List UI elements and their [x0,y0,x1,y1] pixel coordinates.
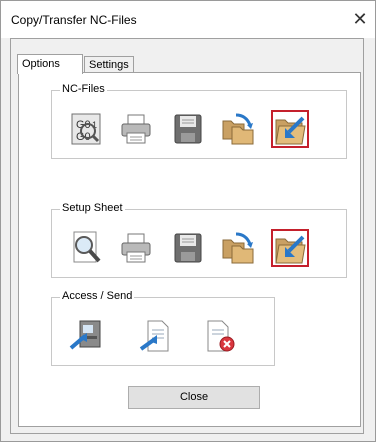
print-nc-button[interactable] [118,111,154,147]
folder-transfer-nc-button[interactable] [220,111,256,147]
folder-transfer-icon [222,232,254,264]
window-title: Copy/Transfer NC-Files [11,13,137,27]
save-disk-icon [174,114,202,144]
gcode-view-button[interactable]: G0 1 G0 [68,111,104,147]
folder-import-sheet-button[interactable] [271,229,309,267]
gcode-view-icon: G0 1 G0 [71,113,101,145]
document-delete-button[interactable] [202,318,238,354]
save-disk-icon [174,233,202,263]
machine-send-icon [69,320,101,350]
setup-sheet-group: Setup Sheet [51,202,347,278]
tab-options[interactable]: Options [17,54,83,74]
folder-import-icon [275,116,306,145]
title-bar: Copy/Transfer NC-Files ✕ [1,1,375,38]
access-send-group-label: Access / Send [60,290,135,302]
print-icon [121,233,151,263]
access-send-group: Access / Send [51,290,275,366]
options-panel: NC-Files G0 1 G0 Setup Sheet Access / Se… [18,72,361,427]
nc-files-group: NC-Files G0 1 G0 [51,83,347,159]
folder-transfer-icon [222,113,254,145]
folder-import-nc-button[interactable] [271,110,309,148]
folder-import-icon [275,235,306,264]
machine-send-button[interactable] [68,318,104,354]
save-sheet-button[interactable] [170,230,206,266]
save-nc-button[interactable] [170,111,206,147]
close-button[interactable]: Close [128,386,260,409]
preview-sheet-button[interactable] [68,230,104,266]
document-send-icon [139,320,169,352]
tab-settings[interactable]: Settings [84,56,134,73]
document-send-button[interactable] [138,318,174,354]
magnifier-preview-icon [73,231,101,263]
nc-files-group-label: NC-Files [60,83,107,95]
print-sheet-button[interactable] [118,230,154,266]
document-delete-icon [207,320,235,352]
setup-sheet-group-label: Setup Sheet [60,202,125,214]
folder-transfer-sheet-button[interactable] [220,230,256,266]
print-icon [121,114,151,144]
close-window-icon[interactable]: ✕ [347,6,373,32]
